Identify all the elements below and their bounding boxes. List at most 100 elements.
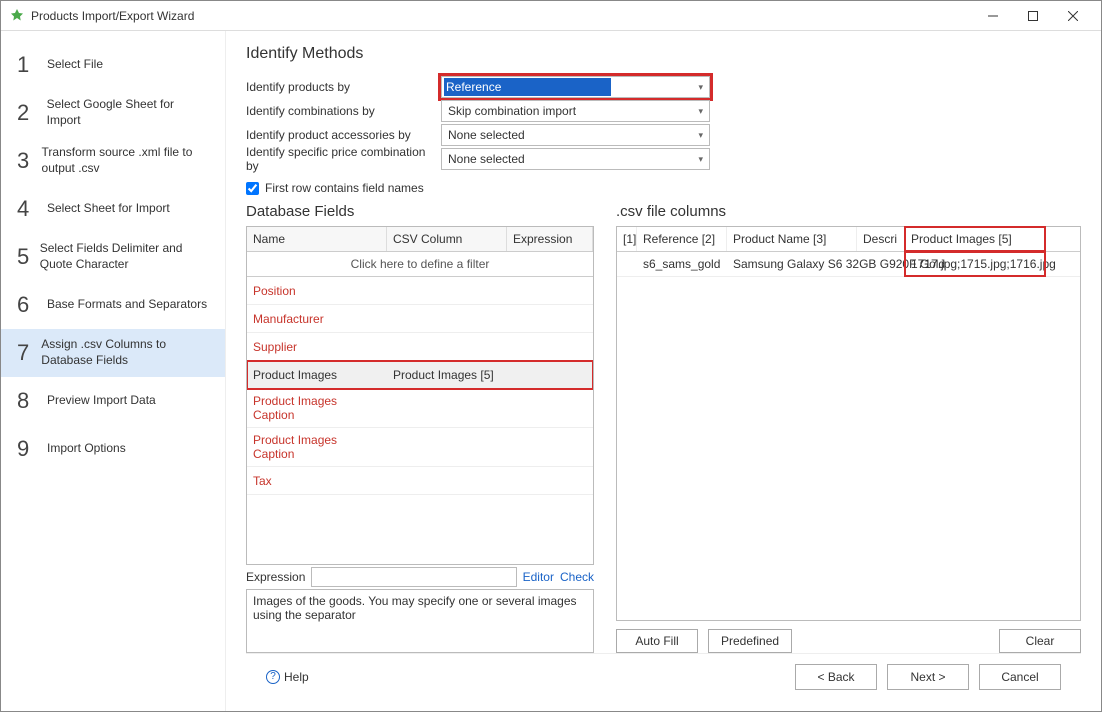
dbfield-exp bbox=[527, 370, 593, 380]
back-button[interactable]: < Back bbox=[795, 664, 877, 690]
identify-label: Identify specific price combination by bbox=[246, 145, 441, 173]
chevron-down-icon: ▾ bbox=[698, 82, 703, 93]
dbfield-row[interactable]: Position bbox=[247, 277, 593, 305]
csv-col-header[interactable]: Descri bbox=[857, 227, 905, 251]
step-num: 7 bbox=[17, 340, 37, 366]
identify-select[interactable]: Skip combination import▾ bbox=[441, 100, 710, 122]
chevron-down-icon: ▾ bbox=[698, 154, 703, 165]
identify-select[interactable]: None selected▾ bbox=[441, 124, 710, 146]
steps-sidebar: 1Select File2Select Google Sheet for Imp… bbox=[1, 31, 226, 711]
col-name[interactable]: Name bbox=[247, 227, 387, 251]
dbfield-row[interactable]: Product ImagesProduct Images [5] bbox=[247, 361, 593, 389]
expression-row: Expression Editor Check bbox=[246, 567, 594, 587]
step-num: 4 bbox=[17, 196, 43, 222]
dbfield-name: Tax bbox=[247, 469, 387, 493]
step-num: 5 bbox=[17, 244, 36, 270]
step-num: 3 bbox=[17, 148, 38, 174]
step-7[interactable]: 7Assign .csv Columns to Database Fields bbox=[1, 329, 225, 377]
dbfield-row[interactable]: Manufacturer bbox=[247, 305, 593, 333]
step-label: Import Options bbox=[43, 441, 126, 457]
dbfield-row[interactable]: Product Images Caption bbox=[247, 428, 593, 467]
check-link[interactable]: Check bbox=[560, 570, 594, 584]
step-num: 8 bbox=[17, 388, 43, 414]
editor-link[interactable]: Editor bbox=[523, 570, 554, 584]
csv-cell bbox=[617, 252, 637, 276]
database-fields-panel: Database Fields Name CSV Column Expressi… bbox=[246, 203, 594, 653]
dbfield-csv: Product Images [5] bbox=[387, 363, 527, 387]
chevron-down-icon: ▾ bbox=[698, 130, 703, 141]
dbfield-row[interactable]: Supplier bbox=[247, 333, 593, 361]
app-icon bbox=[9, 8, 25, 24]
dbfield-csv bbox=[387, 403, 527, 413]
help-icon: ? bbox=[266, 670, 280, 684]
csv-grid: [1]Reference [2]Product Name [3]DescriPr… bbox=[616, 226, 1081, 621]
dbfield-name: Product Images Caption bbox=[247, 389, 387, 427]
step-4[interactable]: 4Select Sheet for Import bbox=[1, 185, 225, 233]
dbfields-grid: Name CSV Column Expression Click here to… bbox=[246, 226, 594, 565]
first-row-checkbox[interactable]: First row contains field names bbox=[246, 181, 1081, 195]
step-label: Base Formats and Separators bbox=[43, 297, 207, 313]
dbfields-heading: Database Fields bbox=[246, 203, 594, 220]
expression-input[interactable] bbox=[311, 567, 516, 587]
csv-columns-panel: .csv file columns [1]Reference [2]Produc… bbox=[616, 203, 1081, 653]
field-description: Images of the goods. You may specify one… bbox=[246, 589, 594, 653]
step-2[interactable]: 2Select Google Sheet for Import bbox=[1, 89, 225, 137]
step-label: Preview Import Data bbox=[43, 393, 156, 409]
titlebar: Products Import/Export Wizard bbox=[1, 1, 1101, 31]
expression-label: Expression bbox=[246, 570, 305, 584]
step-3[interactable]: 3Transform source .xml file to output .c… bbox=[1, 137, 225, 185]
dbfield-name: Product Images bbox=[247, 363, 387, 387]
step-label: Select Sheet for Import bbox=[43, 201, 170, 217]
footer: ? Help < Back Next > Cancel bbox=[246, 653, 1081, 699]
step-9[interactable]: 9Import Options bbox=[1, 425, 225, 473]
csv-buttons: Auto Fill Predefined Clear bbox=[616, 629, 1081, 653]
identify-label: Identify combinations by bbox=[246, 104, 441, 118]
identify-label: Identify products by bbox=[246, 80, 441, 94]
close-button[interactable] bbox=[1053, 2, 1093, 30]
identify-select[interactable]: None selected▾ bbox=[441, 148, 710, 170]
identify-select[interactable]: Reference▾ bbox=[441, 76, 710, 98]
identify-form: Identify products byReference▾Identify c… bbox=[246, 75, 1081, 171]
csv-col-header[interactable]: [1] bbox=[617, 227, 637, 251]
first-row-checkbox-input[interactable] bbox=[246, 182, 259, 195]
step-label: Select Fields Delimiter and Quote Charac… bbox=[36, 241, 209, 272]
dbfield-exp bbox=[527, 342, 593, 352]
help-link[interactable]: ? Help bbox=[266, 670, 309, 684]
step-8[interactable]: 8Preview Import Data bbox=[1, 377, 225, 425]
dbfield-name: Manufacturer bbox=[247, 307, 387, 331]
col-expression[interactable]: Expression bbox=[507, 227, 593, 251]
dbfield-row[interactable]: Product Images Caption bbox=[247, 389, 593, 428]
dbfield-name: Supplier bbox=[247, 335, 387, 359]
minimize-button[interactable] bbox=[973, 2, 1013, 30]
autofill-button[interactable]: Auto Fill bbox=[616, 629, 698, 653]
maximize-button[interactable] bbox=[1013, 2, 1053, 30]
help-label: Help bbox=[284, 670, 309, 684]
dbfield-row[interactable]: Tax bbox=[247, 467, 593, 495]
predefined-button[interactable]: Predefined bbox=[708, 629, 792, 653]
wizard-window: Products Import/Export Wizard 1Select Fi… bbox=[0, 0, 1102, 712]
filter-row[interactable]: Click here to define a filter bbox=[247, 252, 593, 277]
step-label: Assign .csv Columns to Database Fields bbox=[37, 337, 209, 368]
first-row-label: First row contains field names bbox=[265, 181, 424, 195]
cancel-button[interactable]: Cancel bbox=[979, 664, 1061, 690]
next-button[interactable]: Next > bbox=[887, 664, 969, 690]
step-5[interactable]: 5Select Fields Delimiter and Quote Chara… bbox=[1, 233, 225, 281]
step-num: 9 bbox=[17, 436, 43, 462]
dbfield-exp bbox=[527, 314, 593, 324]
csv-data-row[interactable]: s6_sams_goldSamsung Galaxy S6 32GB G920F… bbox=[617, 252, 1080, 277]
col-csv[interactable]: CSV Column bbox=[387, 227, 507, 251]
dbfield-csv bbox=[387, 342, 527, 352]
main-panel: Identify Methods Identify products byRef… bbox=[226, 31, 1101, 711]
chevron-down-icon: ▾ bbox=[698, 106, 703, 117]
step-num: 6 bbox=[17, 292, 43, 318]
clear-button[interactable]: Clear bbox=[999, 629, 1081, 653]
step-num: 1 bbox=[17, 52, 43, 78]
dbfield-csv bbox=[387, 442, 527, 452]
identify-label: Identify product accessories by bbox=[246, 128, 441, 142]
csv-col-header[interactable]: Product Name [3] bbox=[727, 227, 857, 251]
step-6[interactable]: 6Base Formats and Separators bbox=[1, 281, 225, 329]
step-1[interactable]: 1Select File bbox=[1, 41, 225, 89]
step-num: 2 bbox=[17, 100, 43, 126]
csv-col-header[interactable]: Reference [2] bbox=[637, 227, 727, 251]
csv-col-header[interactable]: Product Images [5] bbox=[905, 227, 1045, 251]
